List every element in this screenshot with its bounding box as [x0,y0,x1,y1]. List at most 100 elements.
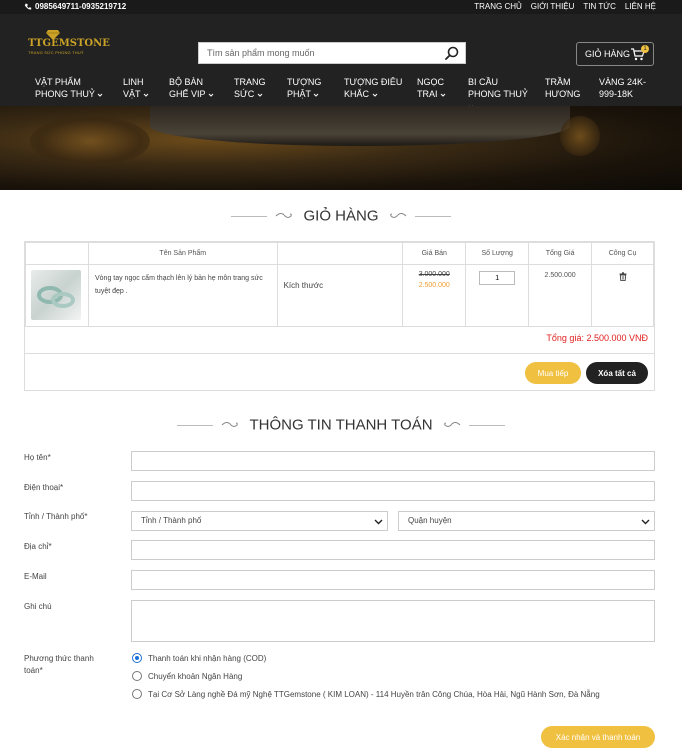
continue-shopping-button[interactable]: Mua tiếp [525,362,581,384]
col-size [276,242,404,265]
top-nav-about[interactable]: GIỚI THIỆU [531,2,575,11]
checkout-section-title: THÔNG TIN THANH TOÁN [0,416,682,434]
district-select-value: Quận huyện [408,516,452,525]
col-qty: Số Lượng [465,242,530,265]
title-divider [231,215,268,217]
search-input[interactable] [199,43,429,63]
grand-total: Tổng giá: 2.500.000 VNĐ [546,333,648,343]
top-nav: TRANG CHỦ GIỚI THIỆU TIN TỨC LIÊN HỆ [474,2,656,11]
chevron-down-icon [641,519,650,525]
product-total-cell: 2.500.000 [528,264,593,327]
hotline[interactable]: 0985649711-0935219712 [24,2,126,11]
menu-item-bo-ban-ghe-vip[interactable]: BỘ BÀN GHẾ VIP [169,76,214,100]
menu-label-line1: NGỌC [417,77,444,87]
menu-label-line1: BI CẦU [468,77,499,87]
chevron-down-icon [98,93,103,97]
gem-icon [46,30,60,40]
menu-item-linh-vat[interactable]: LINH VẬT [123,76,149,100]
address-label: Địa chỉ* [24,542,52,551]
col-name: Tên Sản Phẩm [87,242,278,265]
swirl-ornament-icon [443,422,461,428]
payment-option-bank[interactable]: Chuyển khoản Ngân Hàng [132,671,242,681]
price-old: 3.000.000 [418,271,450,278]
name-field[interactable] [131,451,655,471]
product-qty-cell [465,264,530,327]
name-label: Họ tên* [24,453,51,462]
payment-option-store[interactable]: Tại Cơ Sở Làng nghề Đá mỹ Nghệ TTGemston… [132,689,600,699]
menu-item-tuong-dieu-khac[interactable]: TƯỢNG ĐIÊU KHẮC [344,76,402,100]
radio-checked[interactable] [132,653,142,663]
phone-label: Điện thoại* [24,483,64,492]
menu-item-trang-suc[interactable]: TRANG SỨC [234,76,266,100]
col-price: Giá Bán [402,242,467,265]
banner-glow [560,116,600,156]
address-field[interactable] [131,540,655,560]
menu-label-line2: PHONG THUỶ [35,89,95,99]
phone-field[interactable] [131,481,655,501]
cart-divider [25,353,654,354]
chevron-down-icon [208,93,214,97]
radio-unchecked[interactable] [132,689,142,699]
radio-unchecked[interactable] [132,671,142,681]
menu-label-line2: PHẬT [287,89,311,99]
title-divider [414,215,451,217]
site-logo[interactable]: TTGEMSTONE TRANG SỨC PHONG THUỶ [28,30,110,55]
menu-label-line2: KHẮC [344,89,370,99]
cart-count-badge: 1 [641,45,649,53]
product-price-cell: 3.000.000 2.500.000 [402,264,467,327]
product-size-cell: Kích thước [276,264,404,327]
phone-icon [24,3,32,10]
banner-bowl [150,106,570,146]
table-row: Vòng tay ngọc cẩm thạch lên lý bản hẹ mô… [25,264,654,327]
menu-label-line2: HƯƠNG [545,89,581,99]
menu-label-line1: BỘ BÀN [169,77,204,87]
hotline-text: 0985649711-0935219712 [35,2,127,11]
cart-button-label: GIỎ HÀNG [585,49,631,59]
menu-label-line2: TRAI [417,89,438,99]
menu-label-line1: VẬT PHẨM [35,77,81,87]
swirl-ornament-icon [221,422,239,428]
payment-label: Phương thức thanh toán* [24,653,94,677]
top-nav-contact[interactable]: LIÊN HỆ [625,2,656,11]
page-banner [0,106,682,190]
menu-label-line1: TƯỢNG [287,77,322,87]
menu-item-ngoc-trai[interactable]: NGỌC TRAI [417,76,446,100]
payment-label-line2: toán* [24,666,43,675]
city-select[interactable]: Tỉnh / Thành phố [131,511,388,531]
menu-item-vang-24k[interactable]: VÀNG 24K- 999-18K [599,76,646,100]
confirm-payment-button[interactable]: Xác nhận và thanh toán [541,726,655,748]
payment-option-cod[interactable]: Thanh toán khi nhận hàng (COD) [132,653,266,663]
menu-label-line1: TRẦM [545,77,571,87]
menu-item-vat-pham-phong-thuy[interactable]: VẬT PHẨM PHONG THUỶ [35,76,103,100]
menu-label-line2: 999-18K [599,89,634,99]
district-select[interactable]: Quận huyện [398,511,655,531]
note-field[interactable] [131,600,655,642]
menu-label-line1: TƯỢNG ĐIÊU [344,77,403,87]
cart-section-title: GIỎ HÀNG [0,207,682,225]
cart-title: GIỎ HÀNG [303,207,379,225]
chevron-down-icon [374,519,383,525]
product-image[interactable] [31,270,81,320]
email-field[interactable] [131,570,655,590]
trash-icon[interactable] [619,272,627,281]
payment-option-label: Tại Cơ Sở Làng nghề Đá mỹ Nghệ TTGemston… [148,689,600,699]
quantity-input[interactable] [479,271,516,285]
menu-item-tram-huong[interactable]: TRẦM HƯƠNG [545,76,580,100]
search-icon[interactable] [445,46,459,60]
menu-label-line2: VẬT [123,89,141,99]
top-bar: 0985649711-0935219712 TRANG CHỦ GIỚI THI… [0,0,682,14]
product-image-cell [25,264,89,327]
top-nav-news[interactable]: TIN TỨC [583,2,615,11]
product-size: Kích thước [283,281,324,290]
col-total: Tổng Giá [528,242,593,265]
menu-label-line1: LINH [123,77,144,87]
menu-item-tuong-phat[interactable]: TƯỢNG PHẬT [287,76,321,100]
chevron-down-icon [372,93,377,97]
cart-button[interactable]: GIỎ HÀNG 1 [576,42,654,66]
product-name[interactable]: Vòng tay ngọc cẩm thạch lên lý bản hẹ mô… [89,265,277,305]
menu-label-line1: VÀNG 24K- [599,77,647,87]
clear-cart-button[interactable]: Xóa tất cả [586,362,648,384]
top-nav-home[interactable]: TRANG CHỦ [474,2,522,11]
chevron-down-icon [143,93,149,97]
cart-table-header: Tên Sản Phẩm Giá Bán Số Lượng Tổng Giá C… [25,242,654,265]
